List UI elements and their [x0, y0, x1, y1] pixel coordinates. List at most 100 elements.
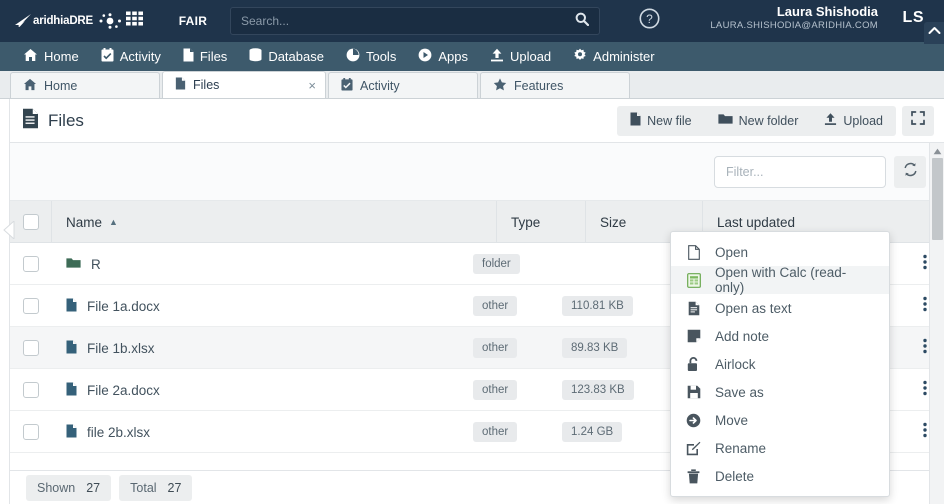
shown-label: Shown	[37, 480, 76, 495]
row-checkbox[interactable]	[23, 424, 39, 440]
row-name-label: File 2a.docx	[87, 382, 160, 398]
context-menu-label: Move	[715, 412, 749, 428]
nav-item-database[interactable]: Database	[238, 42, 335, 71]
row-type-cell: folder	[459, 243, 548, 285]
tab-strip: Home Files × Activity Features	[0, 71, 944, 99]
home-icon	[23, 78, 37, 94]
kebab-vertical-icon	[923, 296, 927, 315]
row-select-cell[interactable]	[10, 327, 52, 369]
context-menu-item-open-as-text[interactable]: Open as text	[671, 294, 889, 322]
tab-home[interactable]: Home	[10, 72, 160, 98]
select-all-checkbox[interactable]	[22, 214, 39, 230]
nav-item-home[interactable]: Home	[12, 42, 90, 71]
context-menu-item-add-note[interactable]: Add note	[671, 322, 889, 350]
new-folder-button[interactable]: New folder	[705, 106, 812, 136]
row-checkbox[interactable]	[23, 298, 39, 314]
refresh-icon	[903, 162, 918, 182]
select-all-cell[interactable]	[10, 201, 52, 243]
pie-chart-icon	[346, 48, 360, 65]
row-name-cell[interactable]: file 2b.xlsx	[52, 411, 459, 453]
fair-link[interactable]: FAIR	[156, 14, 230, 28]
help-circle-icon: ?	[639, 8, 660, 34]
table-vertical-scrollbar[interactable]	[929, 143, 944, 504]
user-info[interactable]: Laura Shishodia LAURA.SHISHODIA@ARIDHIA.…	[710, 4, 878, 32]
svg-text:?: ?	[646, 12, 653, 26]
nav-item-apps[interactable]: Apps	[407, 42, 479, 71]
row-name-cell[interactable]: R	[52, 243, 459, 285]
page-main: Files New file New folder Upload Filter.…	[3, 99, 944, 504]
row-type-cell: other	[459, 411, 548, 453]
nav-item-activity[interactable]: Activity	[90, 42, 172, 71]
left-rail	[0, 99, 10, 504]
expand-icon	[911, 111, 925, 130]
nav-item-label: Activity	[119, 49, 161, 64]
save-disk-icon	[685, 385, 702, 399]
help-button[interactable]: ?	[632, 8, 666, 34]
context-menu-item-open-with-calc[interactable]: Open with Calc (read-only)	[671, 265, 889, 295]
upload-button[interactable]: Upload	[811, 106, 896, 136]
context-menu-label: Delete	[715, 468, 755, 484]
size-badge: 123.83 KB	[562, 380, 634, 400]
new-file-button[interactable]: New file	[617, 106, 704, 136]
chevron-up-icon	[928, 22, 941, 40]
document-outline-icon	[685, 244, 702, 260]
spreadsheet-green-icon	[685, 272, 702, 288]
row-size-cell: 123.83 KB	[548, 369, 665, 411]
column-header-name[interactable]: Name ▲	[52, 201, 497, 243]
tab-files[interactable]: Files ×	[162, 71, 326, 98]
row-name-cell[interactable]: File 1a.docx	[52, 285, 459, 327]
refresh-button[interactable]	[894, 155, 926, 188]
brand-logo[interactable]: aridhiaDRE	[0, 13, 121, 29]
row-select-cell[interactable]	[10, 369, 52, 411]
collapse-header-button[interactable]	[924, 22, 944, 44]
tab-features[interactable]: Features	[480, 72, 630, 98]
context-menu-item-rename[interactable]: Rename	[671, 434, 889, 462]
row-type-cell: other	[459, 327, 548, 369]
row-checkbox[interactable]	[23, 256, 39, 272]
context-menu-label: Open	[715, 244, 749, 260]
row-select-cell[interactable]	[10, 243, 52, 285]
context-menu-item-delete[interactable]: Delete	[671, 462, 889, 490]
grid-icon	[125, 11, 143, 31]
database-icon	[249, 48, 262, 65]
type-badge: other	[473, 422, 518, 442]
row-name-cell[interactable]: File 1b.xlsx	[52, 327, 459, 369]
nav-item-label: Apps	[438, 49, 468, 64]
nav-item-files[interactable]: Files	[172, 42, 238, 71]
context-menu-label: Add note	[715, 328, 770, 344]
context-menu-item-save-as[interactable]: Save as	[671, 378, 889, 406]
row-select-cell[interactable]	[10, 285, 52, 327]
column-header-type[interactable]: Type	[497, 201, 586, 243]
file-icon	[22, 108, 39, 134]
avatar[interactable]: LS	[903, 9, 924, 27]
search-icon[interactable]	[575, 12, 590, 31]
tab-close-icon[interactable]: ×	[308, 78, 316, 93]
row-name-cell[interactable]: File 2a.docx	[52, 369, 459, 411]
file-icon	[175, 77, 186, 93]
tab-activity[interactable]: Activity	[328, 72, 478, 98]
row-checkbox[interactable]	[23, 340, 39, 356]
file-icon	[630, 112, 641, 129]
page-actions: New file New folder Upload	[617, 105, 934, 136]
nav-item-upload[interactable]: Upload	[479, 42, 562, 71]
row-select-cell[interactable]	[10, 411, 52, 453]
upload-icon	[824, 112, 837, 129]
context-menu-item-move[interactable]: Move	[671, 406, 889, 434]
gear-icon	[573, 48, 587, 65]
scroll-thumb[interactable]	[932, 158, 943, 240]
kebab-vertical-icon	[923, 254, 927, 273]
nav-item-tools[interactable]: Tools	[335, 42, 407, 71]
search-input[interactable]	[241, 14, 575, 28]
nav-item-administer[interactable]: Administer	[562, 42, 665, 71]
filter-input[interactable]	[714, 155, 886, 188]
context-menu-item-airlock[interactable]: Airlock	[671, 350, 889, 378]
calendar-check-icon	[101, 48, 114, 65]
size-badge: 110.81 KB	[562, 296, 633, 316]
fullscreen-button[interactable]	[902, 105, 934, 136]
global-search[interactable]	[230, 7, 600, 35]
context-menu-item-open[interactable]: Open	[671, 238, 889, 266]
file-icon	[66, 382, 77, 399]
row-checkbox[interactable]	[23, 382, 39, 398]
scroll-up-button[interactable]	[930, 143, 944, 158]
shown-count-badge: Shown 27	[26, 474, 112, 501]
